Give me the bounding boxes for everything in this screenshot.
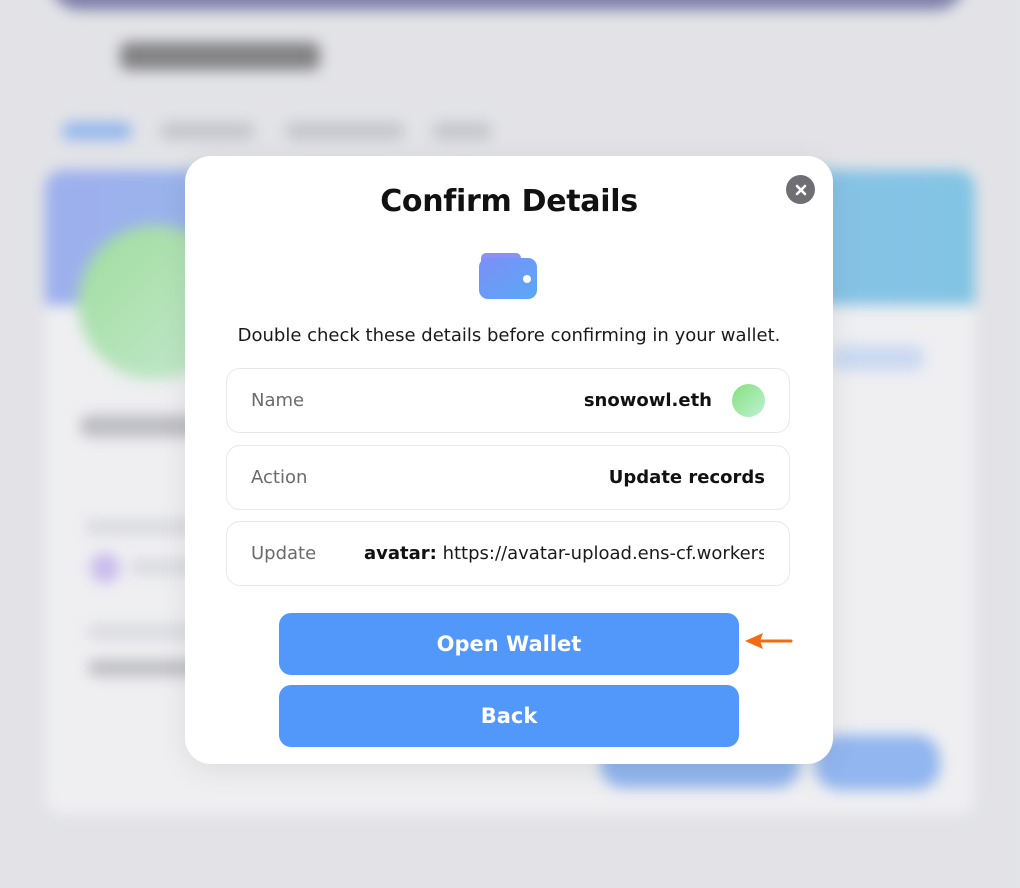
update-record: avatar: https://avatar-upload.ens-cf.wor…	[364, 522, 764, 585]
detail-row-update: Update avatar: https://avatar-upload.ens…	[226, 521, 790, 586]
detail-row-name: Name snowowl.eth	[226, 368, 790, 433]
record-key: avatar:	[364, 543, 437, 564]
row-label: Action	[251, 467, 308, 488]
row-value: snowowl.eth	[583, 390, 712, 411]
detail-row-action: Action Update records	[226, 445, 790, 510]
record-value: https://avatar-upload.ens-cf.workers....	[442, 543, 764, 564]
wallet-icon	[479, 253, 537, 299]
modal-title: Confirm Details	[380, 184, 638, 219]
modal-subtitle: Double check these details before confir…	[237, 325, 781, 346]
arrow-left-icon	[745, 633, 793, 649]
confirm-details-modal: Confirm Details Double check these detai…	[185, 156, 833, 764]
avatar	[732, 384, 765, 417]
open-wallet-button[interactable]: Open Wallet	[279, 613, 739, 675]
row-value: Update records	[608, 467, 765, 488]
row-label: Name	[251, 390, 305, 411]
back-button[interactable]: Back	[279, 685, 739, 747]
row-label: Update	[251, 543, 317, 564]
